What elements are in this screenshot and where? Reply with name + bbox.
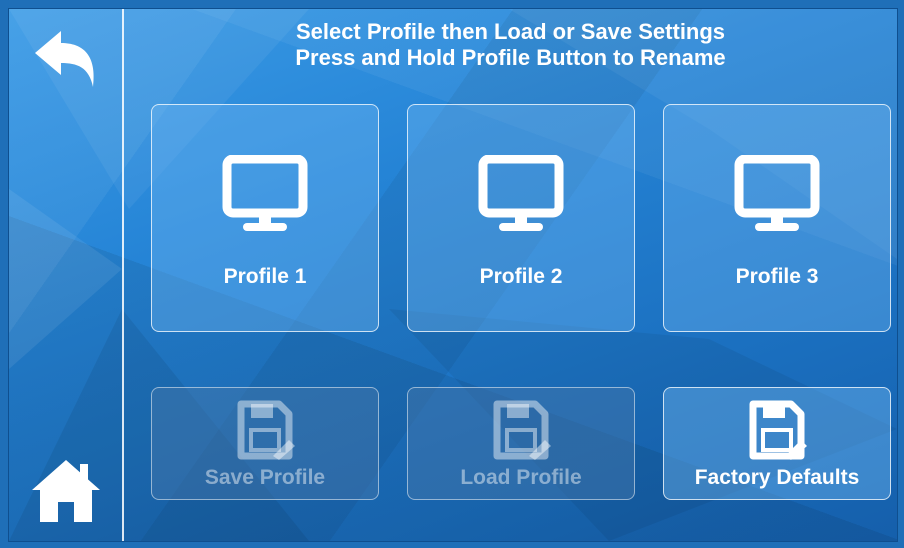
title-line-2: Press and Hold Profile Button to Rename xyxy=(295,45,726,70)
save-profile-label: Save Profile xyxy=(204,466,326,489)
monitor-icon xyxy=(222,155,308,231)
load-profile-label: Load Profile xyxy=(460,466,582,489)
profile-1-button[interactable]: Profile 1 xyxy=(151,104,379,332)
factory-defaults-label: Factory Defaults xyxy=(694,466,860,489)
sidebar xyxy=(9,9,124,541)
profile-2-label: Profile 2 xyxy=(479,265,563,288)
profile-1-label: Profile 1 xyxy=(223,265,307,288)
floppy-disk-icon xyxy=(493,400,551,460)
floppy-disk-icon xyxy=(237,400,295,460)
monitor-icon xyxy=(478,155,564,231)
floppy-disk-icon xyxy=(749,400,807,460)
home-button[interactable] xyxy=(25,449,107,531)
page-title: Select Profile then Load or Save Setting… xyxy=(124,19,897,71)
screen: Select Profile then Load or Save Setting… xyxy=(8,8,898,542)
profile-2-button[interactable]: Profile 2 xyxy=(407,104,635,332)
back-button[interactable] xyxy=(25,19,107,101)
back-arrow-icon xyxy=(35,31,94,87)
title-line-1: Select Profile then Load or Save Setting… xyxy=(295,19,726,44)
profile-3-label: Profile 3 xyxy=(735,265,819,288)
home-icon xyxy=(32,460,100,522)
profile-3-button[interactable]: Profile 3 xyxy=(663,104,891,332)
save-profile-button[interactable]: Save Profile xyxy=(151,387,379,500)
load-profile-button[interactable]: Load Profile xyxy=(407,387,635,500)
factory-defaults-button[interactable]: Factory Defaults xyxy=(663,387,891,500)
monitor-icon xyxy=(734,155,820,231)
